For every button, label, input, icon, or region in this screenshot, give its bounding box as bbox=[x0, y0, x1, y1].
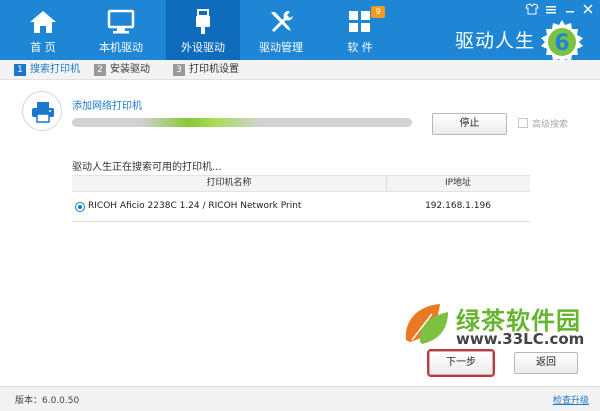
stop-button[interactable]: 停止 bbox=[432, 113, 507, 135]
nav-peripheral-drivers[interactable]: 外设驱动 bbox=[166, 0, 240, 60]
printer-name-cell: RICOH Aficio 2238C 1.24 / RICOH Network … bbox=[88, 201, 302, 211]
nav-home[interactable]: 首 页 bbox=[6, 0, 80, 60]
advanced-search-checkbox[interactable] bbox=[518, 118, 528, 128]
nav-home-label: 首 页 bbox=[30, 41, 56, 54]
table-row[interactable]: RICOH Aficio 2238C 1.24 / RICOH Network … bbox=[72, 192, 530, 222]
step-printer-settings: 3 打印机设置 bbox=[173, 63, 239, 77]
step-search-printer: 1 搜索打印机 bbox=[14, 63, 80, 77]
printer-avatar bbox=[22, 91, 62, 131]
monitor-icon bbox=[107, 9, 135, 34]
watermark-url: www.33LC.com bbox=[456, 330, 585, 348]
nav-software[interactable]: 9 软 件 bbox=[323, 0, 397, 60]
check-update-link[interactable]: 检查升级 bbox=[553, 393, 589, 406]
next-button[interactable]: 下一步 bbox=[427, 349, 495, 377]
wizard-steps: 1 搜索打印机 2 安装驱动 3 打印机设置 bbox=[0, 60, 600, 80]
advanced-search-label: 高级搜索 bbox=[532, 120, 569, 130]
grid-icon bbox=[349, 11, 370, 32]
printer-icon bbox=[32, 102, 54, 123]
search-status-text: 驱动人生正在搜索可用的打印机... bbox=[72, 162, 222, 173]
step-number: 1 bbox=[14, 64, 26, 76]
status-footer: 版本：6.0.0.50 检查升级 bbox=[0, 386, 600, 411]
step-install-driver: 2 安装驱动 bbox=[94, 63, 150, 77]
watermark-leaf-logo bbox=[405, 304, 448, 344]
version-text: 版本：6.0.0.50 bbox=[15, 396, 80, 406]
shirt-icon bbox=[525, 3, 539, 15]
minimize-icon bbox=[566, 11, 574, 13]
printer-select-radio[interactable] bbox=[75, 202, 85, 212]
column-header-printer-name: 打印机名称 bbox=[206, 178, 252, 188]
brand-logo: 6 bbox=[541, 20, 583, 64]
usb-icon bbox=[196, 9, 210, 34]
menu-icon bbox=[546, 6, 556, 14]
skin-button[interactable] bbox=[524, 3, 540, 15]
table-header: 打印机名称 IP地址 bbox=[72, 175, 530, 192]
close-icon bbox=[583, 4, 593, 14]
back-button[interactable]: 返回 bbox=[514, 352, 578, 374]
brand-title: 驱动人生 bbox=[455, 30, 536, 52]
step-number: 3 bbox=[173, 64, 185, 76]
nav-peripheral-drivers-label: 外设驱动 bbox=[181, 41, 225, 54]
menu-button[interactable] bbox=[543, 3, 559, 15]
nav-software-label: 软 件 bbox=[347, 41, 373, 54]
printer-table: 打印机名称 IP地址 RICOH Aficio 2238C 1.24 / RIC… bbox=[72, 175, 530, 222]
column-header-ip-address: IP地址 bbox=[444, 178, 472, 188]
nav-driver-management-label: 驱动管理 bbox=[259, 41, 303, 54]
step-label: 安装驱动 bbox=[110, 64, 150, 75]
step-label: 搜索打印机 bbox=[30, 64, 80, 75]
search-progress-bar bbox=[72, 118, 412, 127]
home-icon bbox=[30, 11, 56, 33]
close-button[interactable] bbox=[580, 3, 596, 15]
brand-logo-digit: 6 bbox=[554, 31, 569, 56]
printer-ip-cell: 192.168.1.196 bbox=[425, 201, 491, 211]
tools-icon bbox=[271, 11, 293, 32]
nav-local-drivers-label: 本机驱动 bbox=[99, 41, 143, 54]
add-network-printer-link[interactable]: 添加网络打印机 bbox=[72, 97, 142, 112]
minimize-button[interactable] bbox=[562, 3, 578, 15]
top-navigation-bar: 首 页 本机驱动 外设驱动 驱动管理 9 软 件 驱动人生 6 bbox=[0, 0, 600, 64]
search-progress-fill bbox=[140, 118, 263, 127]
step-label: 打印机设置 bbox=[189, 64, 239, 75]
nav-driver-management[interactable]: 驱动管理 bbox=[244, 0, 318, 60]
nav-local-drivers[interactable]: 本机驱动 bbox=[84, 0, 158, 60]
step-number: 2 bbox=[94, 64, 106, 76]
software-update-badge: 9 bbox=[371, 6, 385, 18]
